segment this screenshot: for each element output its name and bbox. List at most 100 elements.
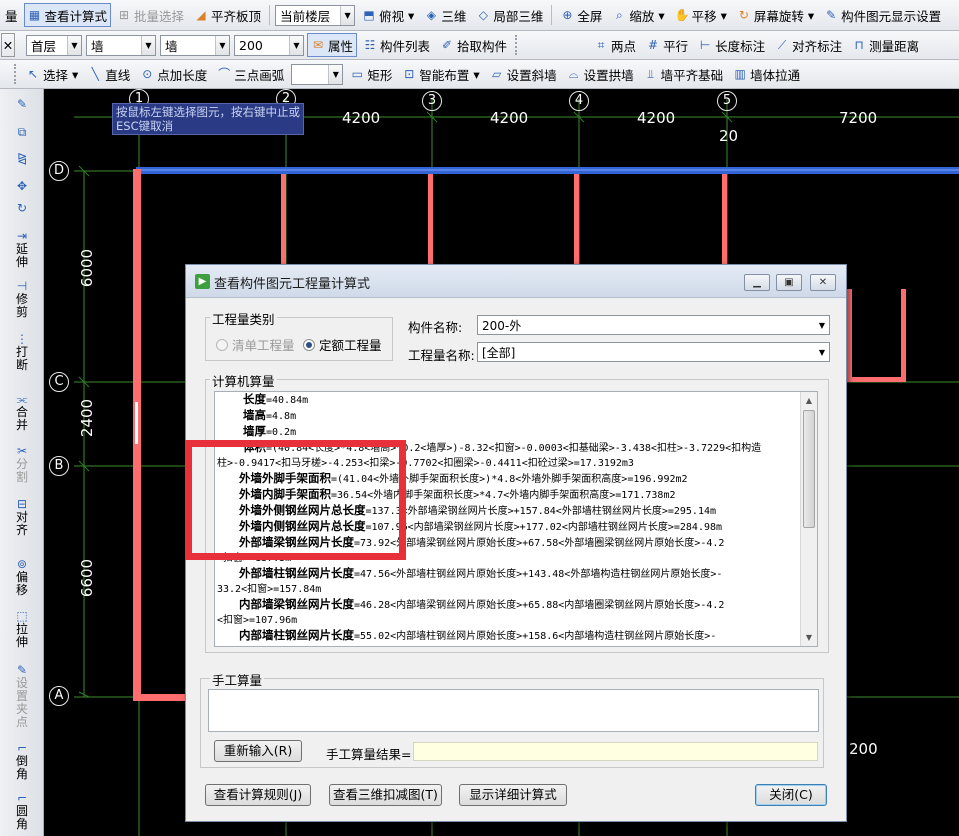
move-tool[interactable]: ✥ (0, 179, 44, 193)
trim-tool[interactable]: ⊣ 修剪 (0, 279, 44, 319)
dim-left-2: 2400 (78, 398, 97, 438)
close-pane-icon[interactable]: ✕ (1, 33, 15, 57)
local-3d-button[interactable]: ◇ 局部三维 (472, 3, 547, 27)
aligned-dim-icon: ⟋ (777, 38, 787, 52)
scroll-down-icon[interactable]: ▼ (801, 629, 817, 646)
two-points-button[interactable]: ⌗ 两点 (590, 33, 640, 57)
view-calc-button[interactable]: ▦ 查看计算式 (23, 3, 112, 27)
slope-wall-button[interactable]: ▱ 设置斜墙 (486, 62, 561, 86)
parallel-button[interactable]: # 平行 (642, 33, 692, 57)
component-combo[interactable]: 200 ▼ (234, 34, 304, 56)
rotate-button[interactable]: ↻ 屏幕旋转 ▾ (733, 3, 818, 27)
dim-left-3: 6600 (78, 558, 97, 598)
chevron-down-icon: ▼ (67, 35, 81, 55)
properties-button[interactable]: ✉ 属性 (307, 33, 358, 57)
dim-top-1: 4200 (342, 109, 381, 127)
scroll-up-icon[interactable]: ▲ (801, 392, 817, 409)
extend-icon: ⇥ (16, 229, 28, 243)
display-settings-button[interactable]: ✎ 构件图元显示设置 (820, 3, 945, 27)
type-combo-2[interactable]: 墙 ▼ (160, 34, 230, 56)
dim-bottom-right: 200 (849, 740, 878, 758)
minimize-button[interactable]: ▁ (744, 274, 770, 291)
extend-tool[interactable]: ⇥ 延伸 (0, 229, 44, 269)
floor-combo[interactable]: 首层 ▼ (26, 34, 82, 56)
dialog-titlebar[interactable]: ▶ 查看构件图元工程量计算式 ▁ ▣ ✕ (186, 265, 846, 298)
view-3d-deduct-button[interactable]: 查看三维扣减图(T) (329, 784, 442, 806)
zoom-button[interactable]: ⌕ 缩放 ▾ (608, 3, 668, 27)
hand-icon: ✋ (674, 8, 690, 22)
toolbar-grip[interactable] (515, 35, 519, 55)
tb-cut-label[interactable]: 量 (1, 3, 22, 27)
close-button[interactable]: 关闭(C) (755, 784, 827, 806)
draw-toolbar: ↖ 选择 ▾ ╲ 直线 ⊙ 点加长度 ⌒ 三点画弧 ▼ ▭ 矩形 ⊡ 智能布置 ▾ ▱ 设置斜… (0, 60, 959, 89)
mirror-tool[interactable]: ⧎ (0, 151, 44, 165)
measure-button[interactable]: ⊓ 测量距离 (848, 33, 923, 57)
3d-button[interactable]: ◈ 三维 (420, 3, 470, 27)
list-icon: ☷ (364, 38, 376, 52)
offset-tool[interactable]: ⊚ 偏移 (0, 557, 44, 597)
wall-stretch-button[interactable]: ▥ 墙体拉通 (729, 62, 804, 86)
chamfer-tool[interactable]: ⌐ 倒角 (0, 741, 44, 781)
set-point-icon: ✎ (16, 663, 28, 677)
align-tool[interactable]: ⊟ 对齐 (0, 497, 44, 537)
calc-line: 墙厚=0.2m (217, 424, 801, 440)
top-view-button[interactable]: ⬒ 俯视 ▾ (358, 3, 418, 27)
rotate-tool[interactable]: ↻ (0, 201, 44, 215)
component-name-select[interactable]: 200-外 ▼ (477, 315, 830, 335)
copy-tool[interactable]: ⧉ (0, 125, 44, 139)
calc-scrollbar[interactable]: ▲ ▼ (800, 392, 817, 646)
calc-line: <扣窗>=107.96m (217, 613, 801, 628)
floor-view-combo[interactable]: 当前楼层 ▼ (275, 4, 356, 26)
wall-align-button[interactable]: ⫫ 墙平齐基础 (640, 62, 728, 86)
length-dim-button[interactable]: ⊢ 长度标注 (694, 33, 769, 57)
scroll-thumb[interactable] (803, 410, 815, 528)
arch-wall-button[interactable]: ⌓ 设置拱墙 (563, 62, 638, 86)
dim-left-1: 6000 (78, 248, 97, 288)
break-tool[interactable]: ⋮ 打断 (0, 332, 44, 372)
copy-icon: ⧉ (17, 125, 27, 139)
split-tool[interactable]: ✂ 分割 (0, 444, 44, 484)
radio-bill-qty[interactable]: 清单工程量 (216, 335, 295, 354)
chevron-down-icon: ▼ (328, 64, 343, 84)
pan-button[interactable]: ✋ 平移 ▾ (671, 3, 731, 27)
main-toolbar: 量 ▦ 查看计算式 ⊞ 批量选择 ◢ 平齐板顶 当前楼层 ▼ ⬒ 俯视 ▾ ◈ 三维 ◇ 局部… (0, 0, 959, 31)
smart-layout-button[interactable]: ⊡ 智能布置 ▾ (398, 62, 483, 86)
radio-quota-qty[interactable]: 定额工程量 (303, 335, 382, 354)
set-point-tool[interactable]: ✎ 设置夹点 (0, 663, 44, 729)
manual-group-label: 手工算量 (210, 670, 265, 689)
pen-tool[interactable]: ✎ (0, 97, 44, 111)
type-combo-1[interactable]: 墙 ▼ (86, 34, 156, 56)
point-length-button[interactable]: ⊙ 点加长度 (136, 62, 211, 86)
fillet-tool[interactable]: ⌐ 圆角 (0, 791, 44, 831)
batch-select-icon: ⊞ (119, 8, 130, 22)
pick-component-button[interactable]: ✐ 拾取构件 (436, 33, 511, 57)
pen-icon: ✎ (16, 97, 28, 111)
rect-button[interactable]: ▭ 矩形 (346, 62, 396, 86)
component-list-button[interactable]: ☷ 构件列表 (359, 33, 434, 57)
merge-tool[interactable]: ⫘ 合并 (0, 392, 44, 432)
calc-item-formula: =107.96<内部墙梁钢丝网片长度>+177.02<内部墙柱钢丝网片长度>=2… (365, 522, 723, 533)
arc-mode-combo[interactable]: ▼ (291, 63, 344, 85)
arc3-button[interactable]: ⌒ 三点画弧 (213, 62, 288, 86)
calc-group-label: 计算机算量 (210, 371, 277, 390)
toolbar-grip[interactable] (14, 64, 18, 84)
align-slab-button[interactable]: ◢ 平齐板顶 (190, 3, 265, 27)
aligned-dim-button[interactable]: ⟋ 对齐标注 (771, 33, 846, 57)
line-button[interactable]: ╲ 直线 (84, 62, 134, 86)
stretch-tool[interactable]: ⬚ 拉伸 (0, 609, 44, 649)
batch-select-button[interactable]: ⊞ 批量选择 (113, 3, 188, 27)
close-window-button[interactable]: ✕ (810, 274, 836, 291)
maximize-button[interactable]: ▣ (776, 274, 802, 291)
manual-input[interactable] (208, 689, 819, 732)
show-detail-button[interactable]: 显示详细计算式 (459, 784, 567, 806)
view-rules-button[interactable]: 查看计算规则(J) (205, 784, 311, 806)
calc-icon: ▦ (28, 8, 41, 22)
select-button[interactable]: ↖ 选择 ▾ (22, 62, 82, 86)
chevron-down-icon: ▼ (818, 320, 826, 330)
qty-name-select[interactable]: [全部] ▼ (477, 342, 830, 362)
calc-line: 墙高=4.8m (217, 408, 801, 424)
manual-result-field[interactable] (413, 742, 818, 761)
fullscreen-button[interactable]: ⊕ 全屏 (556, 3, 606, 27)
length-dim-icon: ⊢ (699, 38, 711, 52)
reinput-button[interactable]: 重新输入(R) (214, 740, 302, 762)
